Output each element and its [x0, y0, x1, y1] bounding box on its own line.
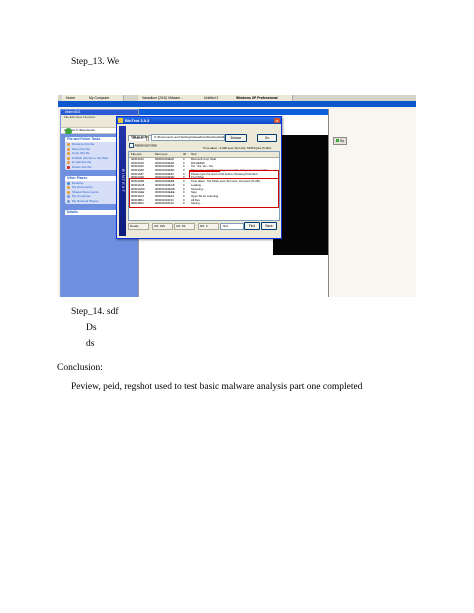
checkbox-icon	[129, 143, 134, 148]
bintext-app-icon	[118, 118, 123, 123]
desktop-icon	[67, 181, 70, 185]
bintext-statusbar: Ready AN: 239 UN: 59 RS: 0 find Find Sav…	[128, 222, 278, 230]
go-arrow-icon	[335, 139, 339, 142]
close-icon[interactable]: ×	[274, 118, 280, 123]
bintext-titlebar: BinText 3.0.3 ×	[117, 117, 281, 124]
go-scan-button[interactable]: Go	[257, 134, 277, 142]
bintext-title: BinText 3.0.3	[125, 118, 150, 123]
find-button[interactable]: Find	[244, 222, 260, 230]
address-value: C:\Documents	[75, 128, 95, 132]
file-to-scan-label: File to scan	[131, 135, 148, 139]
conclusion-text: Peview, peid, regshot used to test basic…	[71, 382, 363, 392]
folder-icon	[67, 190, 70, 194]
highlight-mark	[190, 171, 220, 172]
advanced-view-checkbox[interactable]: Advanced view	[129, 143, 157, 148]
bintext-logo: BINTEXT	[119, 126, 126, 236]
highlight-box-bottom	[129, 178, 279, 208]
bintext-window: BinText 3.0.3 × BINTEXT SearchFilterHelp…	[116, 116, 282, 239]
step-13-label: Step_13. We	[71, 57, 120, 67]
rename-icon	[67, 143, 70, 146]
publish-icon	[67, 156, 70, 160]
bintext-tabs: SearchFilterHelp	[128, 126, 180, 141]
copy-icon	[67, 152, 70, 156]
network-icon	[67, 199, 70, 203]
time-taken-info: Time taken : 0.048 secs Text size: 5235 …	[203, 146, 272, 150]
text-ds-lower: ds	[86, 339, 95, 349]
find-input[interactable]: find	[220, 223, 244, 230]
file-to-scan-input[interactable]: C:\Documents and Settings\Vanadium\Deskt…	[151, 134, 225, 141]
embedded-screenshot: Home My Computer Vanadium (2/15) VMware …	[58, 95, 416, 297]
status-an: AN: 239	[152, 223, 173, 230]
step-14-label: Step_14. sdf	[71, 307, 119, 317]
email-icon	[67, 161, 70, 165]
status-ready: Ready	[128, 223, 149, 230]
computer-icon	[67, 195, 70, 199]
browse-button[interactable]: Browse	[225, 134, 247, 142]
save-button[interactable]: Save	[261, 222, 277, 230]
text-ds-upper: Ds	[86, 323, 97, 333]
conclusion-heading: Conclusion:	[57, 363, 103, 373]
status-rs: RS: 0	[198, 223, 219, 230]
delete-icon	[67, 165, 70, 169]
status-un: UN: 59	[174, 223, 195, 230]
folder-icon	[67, 186, 70, 190]
go-button[interactable]: Go	[333, 137, 347, 145]
strings-table[interactable]: File pos Mem pos ID Text 00004A20 0000004…	[128, 151, 280, 221]
move-icon	[67, 147, 70, 151]
desktop-titlebar	[58, 101, 416, 107]
right-window: Go	[328, 109, 416, 297]
